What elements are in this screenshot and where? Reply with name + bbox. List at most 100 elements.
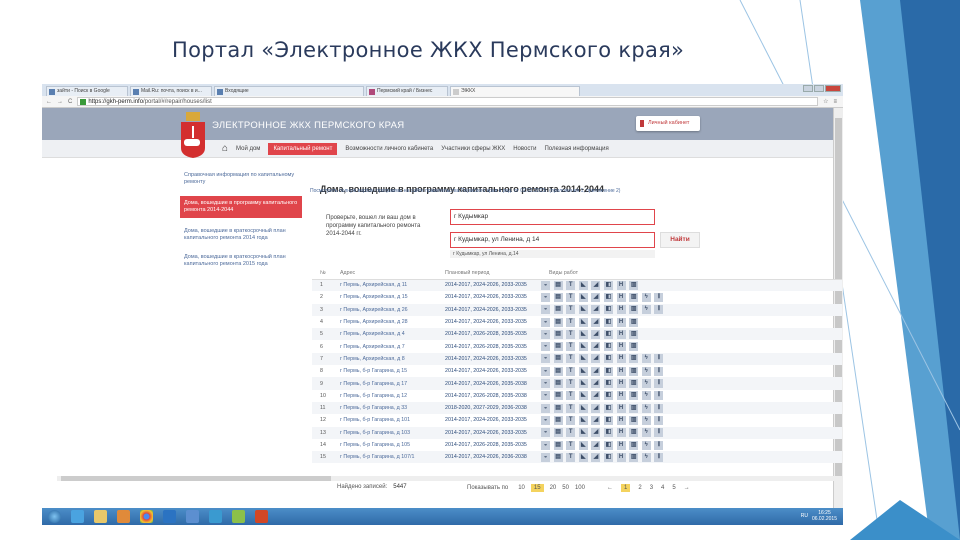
work-type-icon[interactable]: ◧	[603, 379, 613, 389]
work-type-icon[interactable]: ◧	[603, 354, 613, 364]
work-type-icon[interactable]: H	[616, 415, 626, 425]
work-type-icon[interactable]: ◒	[541, 354, 550, 364]
outlook-icon[interactable]	[163, 510, 176, 523]
col-address[interactable]: Адрес	[340, 267, 445, 280]
work-type-icon[interactable]: ◧	[603, 391, 613, 401]
work-type-icon[interactable]: ◢	[591, 280, 601, 290]
work-type-icon[interactable]: ▥	[629, 329, 639, 339]
page-button[interactable]: 4	[661, 485, 664, 491]
work-type-icon[interactable]: ◧	[603, 342, 613, 352]
per-page-option[interactable]: 20	[550, 485, 557, 491]
work-type-icon[interactable]: ▤	[553, 280, 563, 290]
work-type-icon[interactable]: ϟ	[641, 403, 651, 413]
work-type-icon[interactable]: ϟ	[641, 366, 651, 376]
work-type-icon[interactable]: ◣	[578, 366, 588, 376]
work-type-icon[interactable]: 𝄂	[654, 415, 664, 425]
per-page-option-selected[interactable]: 15	[530, 484, 544, 492]
row-address[interactable]: г Пермь, Архирейская, д 28	[340, 316, 445, 328]
work-type-icon[interactable]: ◒	[541, 366, 550, 376]
work-type-icon[interactable]: ◣	[578, 415, 588, 425]
work-type-icon[interactable]: T	[566, 342, 576, 352]
work-type-icon[interactable]: T	[566, 329, 576, 339]
work-type-icon[interactable]: ◧	[603, 415, 613, 425]
work-type-icon[interactable]: T	[566, 292, 576, 302]
work-type-icon[interactable]: T	[566, 280, 576, 290]
work-type-icon[interactable]: ◢	[591, 329, 601, 339]
work-type-icon[interactable]: ◣	[578, 342, 588, 352]
work-type-icon[interactable]: H	[616, 305, 626, 315]
work-type-icon[interactable]: H	[616, 391, 626, 401]
chrome-icon[interactable]	[140, 510, 153, 523]
horizontal-scrollbar[interactable]	[57, 476, 842, 481]
browser-tab[interactable]: зайти - Поиск в Google	[46, 86, 128, 96]
work-type-icon[interactable]: H	[616, 403, 626, 413]
nav-cabinet-features[interactable]: Возможности личного кабинета	[345, 146, 433, 152]
work-type-icon[interactable]: ◣	[578, 317, 588, 327]
work-type-icon[interactable]: ◢	[591, 440, 601, 450]
work-type-icon[interactable]: H	[616, 329, 626, 339]
address-input[interactable]: г Кудымкар, ул Ленина, д 14	[450, 232, 655, 248]
work-type-icon[interactable]: ▥	[629, 292, 639, 302]
row-address[interactable]: г Пермь, б-р Гагарина, д 107/1	[340, 451, 445, 464]
row-address[interactable]: г Пермь, Архирейская, д 26	[340, 303, 445, 316]
browser-tab[interactable]: Mail.Ru: почта, поиск в и...	[130, 86, 212, 96]
nav-news[interactable]: Новости	[513, 146, 536, 152]
find-button[interactable]: Найти	[660, 232, 700, 248]
work-type-icon[interactable]: ▥	[629, 428, 639, 438]
work-type-icon[interactable]: ◢	[591, 305, 601, 315]
work-type-icon[interactable]: H	[616, 317, 626, 327]
internet-explorer-icon[interactable]	[71, 510, 84, 523]
work-type-icon[interactable]: H	[616, 354, 626, 364]
work-type-icon[interactable]: ◣	[578, 379, 588, 389]
work-type-icon[interactable]: ◢	[591, 391, 601, 401]
sidebar-item-program-2014-2044[interactable]: Дома, вошедшие в программу капитального …	[180, 196, 302, 218]
address-suggestion[interactable]: г Кудымкар, ул Ленина, д.14	[450, 250, 655, 258]
work-type-icon[interactable]: ◒	[541, 440, 550, 450]
browser-tab-active[interactable]: ЭЖКХ	[450, 86, 580, 96]
lync-icon[interactable]	[209, 510, 222, 523]
work-type-icon[interactable]: ◒	[541, 428, 550, 438]
row-address[interactable]: г Пермь, б-р Гагарина, д 17	[340, 377, 445, 390]
work-type-icon[interactable]: ϟ	[641, 292, 651, 302]
work-type-icon[interactable]: ▤	[553, 391, 563, 401]
prev-page-button[interactable]: ←	[607, 485, 613, 491]
work-type-icon[interactable]: ▥	[629, 379, 639, 389]
work-type-icon[interactable]: T	[566, 452, 576, 462]
menu-icon[interactable]: ≡	[833, 99, 843, 105]
close-button[interactable]	[825, 85, 841, 92]
work-type-icon[interactable]: H	[616, 428, 626, 438]
work-type-icon[interactable]: ◢	[591, 292, 601, 302]
sidebar-item-plan-2015[interactable]: Дома, вошедшие в краткосрочный план капи…	[180, 252, 302, 270]
work-type-icon[interactable]: H	[616, 342, 626, 352]
work-type-icon[interactable]: 𝄂	[654, 292, 664, 302]
work-type-icon[interactable]: ◢	[591, 317, 601, 327]
nav-useful-info[interactable]: Полезная информация	[544, 146, 608, 152]
work-type-icon[interactable]: 𝄂	[654, 428, 664, 438]
work-type-icon[interactable]: ▥	[629, 440, 639, 450]
work-type-icon[interactable]: ◣	[578, 354, 588, 364]
nav-capital-repair[interactable]: Капитальный ремонт	[268, 142, 338, 155]
work-type-icon[interactable]: ◧	[603, 305, 613, 315]
work-type-icon[interactable]: ▥	[629, 452, 639, 462]
work-type-icon[interactable]: ◢	[591, 354, 601, 364]
row-address[interactable]: г Пермь, Архирейская, д 15	[340, 291, 445, 303]
minimize-button[interactable]	[803, 85, 813, 92]
work-type-icon[interactable]: ◣	[578, 452, 588, 462]
program-link[interactable]: Посмотреть полную версию программы на са…	[310, 188, 620, 194]
work-type-icon[interactable]: ▤	[553, 292, 563, 302]
row-address[interactable]: г Пермь, б-р Гагарина, д 103	[340, 426, 445, 439]
star-icon[interactable]: ☆	[823, 98, 828, 105]
browser-tab[interactable]: Входящие	[214, 86, 364, 96]
work-type-icon[interactable]: ▤	[553, 379, 563, 389]
language-indicator[interactable]: RU	[801, 513, 808, 519]
work-type-icon[interactable]: ▥	[629, 354, 639, 364]
work-type-icon[interactable]: 𝄂	[654, 354, 664, 364]
work-type-icon[interactable]: ϟ	[641, 440, 651, 450]
work-type-icon[interactable]: ◧	[603, 403, 613, 413]
work-type-icon[interactable]: ◧	[603, 440, 613, 450]
nav-my-home[interactable]: Мой дом	[236, 146, 260, 152]
per-page-option[interactable]: 10	[518, 485, 525, 491]
app-icon[interactable]	[232, 510, 245, 523]
work-type-icon[interactable]: H	[616, 292, 626, 302]
work-type-icon[interactable]: ◧	[603, 280, 613, 290]
